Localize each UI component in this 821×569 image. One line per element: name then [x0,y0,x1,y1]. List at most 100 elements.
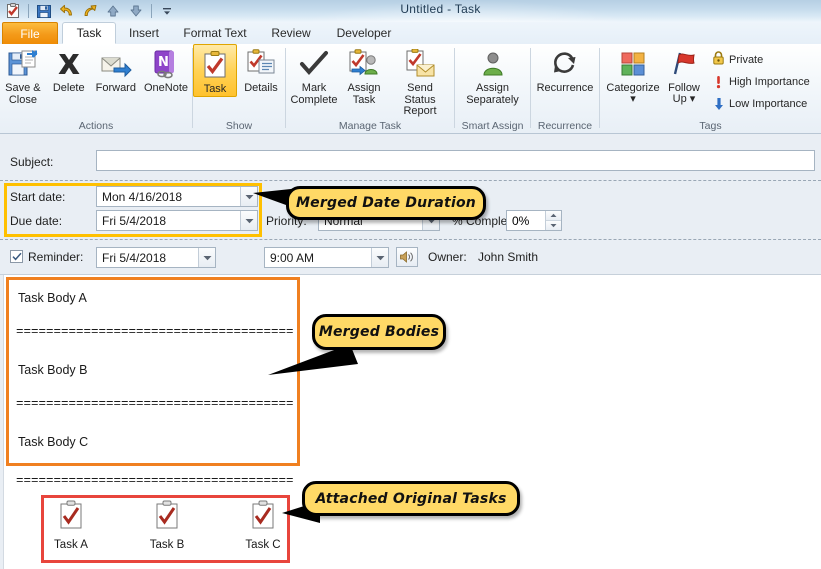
forward-icon [100,47,132,81]
send-status-report-label: Send Status Report [403,82,437,117]
assign-task-label: Assign Task [347,82,381,106]
mark-complete-button[interactable]: Mark Complete [288,44,340,106]
form-divider-2 [0,239,821,240]
reminder-label: Reminder: [28,250,84,264]
assign-task-icon [348,47,380,81]
tab-task[interactable]: Task [62,22,116,44]
body-line-task-c: Task Body C [18,435,89,449]
body-separator-3: ===================================== [16,474,294,488]
down-arrow-icon [712,97,725,111]
forward-label: Forward [95,82,136,94]
attachment-task-a-label: Task A [54,539,88,551]
ribbon-group-actions-label: Actions [78,120,114,132]
owner-value: John Smith [478,250,539,264]
onenote-label: OneNote [143,82,188,94]
notes-left-rail [0,275,4,569]
tags-small-button-list: Private High Importance Low Importance [710,50,812,113]
ribbon-group-tags-label: Tags [699,120,722,132]
reminder-sound-button[interactable] [396,247,418,267]
ribbon: Save & Close Delete Forward N OneNote Ac… [0,44,821,134]
subject-label: Subject: [10,155,54,169]
ribbon-group-tags: Categorize ▾ Follow Up ▾ Private High Im… [600,44,821,134]
save-and-close-icon [7,47,39,81]
due-date-value: Fri 5/4/2018 [102,213,167,228]
due-date-input[interactable]: Fri 5/4/2018 [96,210,258,231]
reminder-date-value: Fri 5/4/2018 [102,250,167,265]
recurrence-label: Recurrence [536,82,594,94]
ribbon-tab-strip: File Task Insert Format Text Review Deve… [0,22,821,44]
assign-task-button[interactable]: Assign Task [340,44,388,106]
due-date-label: Due date: [10,214,63,228]
start-date-value: Mon 4/16/2018 [102,189,183,204]
categorize-label: Categorize ▾ [606,82,660,105]
reminder-checkbox[interactable] [10,250,23,263]
assign-separately-button[interactable]: Assign Separately [459,44,527,106]
high-importance-button[interactable]: High Importance [710,72,812,91]
attachment-task-b-label: Task B [149,539,185,551]
ribbon-group-smart-assign-label: Smart Assign [461,120,524,132]
assign-separately-icon [479,47,507,81]
percent-decrease-icon[interactable] [546,220,561,230]
show-task-button[interactable]: Task [193,44,237,97]
high-importance-label: High Importance [729,75,810,88]
categorize-button[interactable]: Categorize ▾ [604,44,662,104]
start-date-input[interactable]: Mon 4/16/2018 [96,186,258,207]
recurrence-button[interactable]: Recurrence [532,44,598,95]
reminder-time-input[interactable]: 9:00 AM [264,247,389,268]
show-details-label: Details [244,82,278,94]
delete-label: Delete [52,82,85,94]
percent-complete-value: 0% [512,213,530,228]
categorize-icon [619,47,647,81]
callout-attached-original-tasks: Attached Original Tasks [302,481,520,516]
attachment-task-a[interactable]: Task A [34,497,108,551]
reminder-time-dropdown-icon[interactable] [371,248,388,267]
low-importance-button[interactable]: Low Importance [710,94,812,113]
body-separator-2: ===================================== [16,397,294,411]
reminder-date-dropdown-icon[interactable] [198,248,215,267]
ribbon-group-show-label: Show [225,120,253,132]
private-button[interactable]: Private [710,50,812,69]
onenote-icon: N [151,47,181,81]
attachment-task-b[interactable]: Task B [130,497,204,551]
show-task-label: Task [203,83,227,95]
save-and-close-button[interactable]: Save & Close [0,44,46,106]
onenote-button[interactable]: N OneNote [140,44,192,95]
assign-separately-label: Assign Separately [466,82,519,106]
follow-up-button[interactable]: Follow Up ▾ [662,44,706,104]
subject-input[interactable] [96,150,815,171]
reminder-date-input[interactable]: Fri 5/4/2018 [96,247,216,268]
tab-review[interactable]: Review [260,22,322,44]
reminder-time-value: 9:00 AM [270,250,315,265]
recurrence-icon [550,47,580,81]
callout-merged-bodies: Merged Bodies [312,314,446,350]
delete-button[interactable]: Delete [46,44,92,95]
delete-icon [54,47,84,81]
start-date-label: Start date: [10,190,66,204]
show-details-button[interactable]: Details [237,44,285,95]
svg-text:N: N [158,55,169,70]
tab-insert[interactable]: Insert [118,22,170,44]
percent-complete-stepper[interactable]: 0% [506,210,562,231]
ribbon-group-recurrence-label: Recurrence [537,120,593,132]
follow-up-label: Follow Up ▾ [668,82,700,105]
ribbon-group-manage-task-label: Manage Task [338,120,402,132]
mark-complete-icon [299,47,329,81]
tab-developer[interactable]: Developer [324,22,404,44]
ribbon-group-smart-assign: Assign Separately Smart Assign [455,44,530,134]
forward-button[interactable]: Forward [92,44,140,95]
window-title: Untitled - Task [400,2,481,16]
body-line-task-b: Task Body B [18,363,88,377]
callout-merged-date-duration: Merged Date Duration [286,186,486,220]
body-line-task-a: Task Body A [18,291,87,305]
tab-format-text[interactable]: Format Text [172,22,258,44]
save-and-close-label: Save & Close [5,82,41,106]
exclamation-icon [712,75,725,89]
attachment-task-c-label: Task C [245,539,281,551]
send-status-report-button[interactable]: Send Status Report [388,44,452,118]
tab-file[interactable]: File [2,22,58,44]
task-view-icon [201,48,229,82]
task-attachment-icon [130,497,204,537]
percent-complete-arrows[interactable] [545,211,561,230]
task-attachment-icon [34,497,108,537]
percent-increase-icon[interactable] [546,211,561,220]
